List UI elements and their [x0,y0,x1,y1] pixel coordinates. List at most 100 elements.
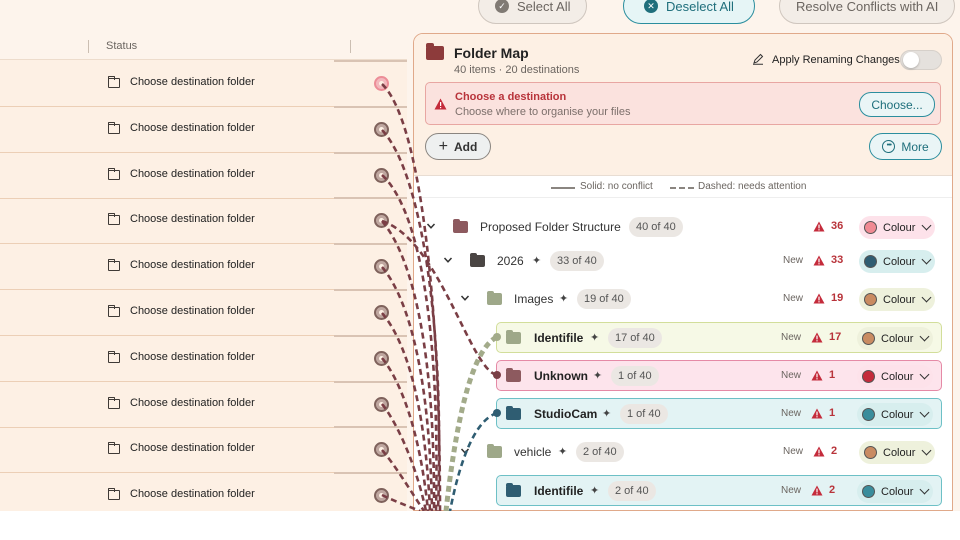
folder-map-header: Folder Map 40 items · 20 destinations Ap… [414,34,952,176]
chevron-down-icon [919,369,930,380]
sparkle-icon: ✦ [590,332,600,344]
item-count-badge: 17 of 40 [608,328,662,348]
table-row[interactable]: Choose destination folder [0,472,407,511]
colour-picker[interactable]: Colour [857,403,933,426]
warning-count: 33 [831,254,844,266]
folder-icon [108,488,120,501]
row-link-tab [334,197,407,200]
chevron-down-icon[interactable] [460,293,470,303]
status-column-header[interactable]: Status [106,40,137,52]
deselect-all-button[interactable]: ✕ Deselect All [623,0,755,24]
colour-picker[interactable]: Colour [857,480,933,503]
colour-picker[interactable]: Colour [857,365,933,388]
connector-anchor[interactable] [374,167,389,183]
chevron-down-icon[interactable] [443,255,453,265]
tree-node[interactable]: vehicle ✦ 2 of 40 New 2 Colour [414,437,952,467]
chevron-down-icon [921,220,932,231]
warning-icon [811,408,823,419]
table-row[interactable]: Choose destination folder [0,151,407,199]
connector-anchor[interactable] [374,76,389,91]
apply-renaming-toggle[interactable] [900,50,942,70]
chevron-down-icon [919,484,930,495]
colour-label: Colour [881,332,914,345]
row-status-text: Choose destination folder [130,396,255,409]
more-button[interactable]: ••• More [869,133,942,160]
colour-picker[interactable]: Colour [859,250,935,273]
new-tag: New [781,485,802,496]
table-row[interactable]: Choose destination folder [0,243,407,291]
warning-icon [434,98,447,110]
folder-icon [108,213,120,226]
colour-label: Colour [881,370,914,383]
deselect-all-label: Deselect All [666,0,734,14]
warning-count: 2 [829,484,836,496]
table-row[interactable]: Choose destination folder [0,380,407,428]
colour-picker[interactable]: Colour [859,441,935,464]
item-count-badge: 1 of 40 [611,366,659,386]
table-row[interactable]: Choose destination folder [0,197,407,245]
table-row[interactable]: Choose destination folder [0,334,407,382]
folder-icon [487,444,502,458]
colour-picker[interactable]: Colour [859,288,935,311]
connector-anchor[interactable] [374,213,389,229]
warning-count: 2 [831,445,838,457]
tree-node[interactable]: Images ✦ 19 of 40 New 19 Colour [414,284,952,314]
column-divider[interactable] [350,40,351,53]
warning-count: 36 [831,220,844,232]
folder-icon [426,43,444,60]
colour-swatch [862,332,875,345]
connector-anchor[interactable] [374,259,389,275]
chevron-down-icon[interactable] [460,446,470,456]
table-row[interactable]: Choose destination folder [0,426,407,474]
dashed-line-swatch [670,187,694,189]
colour-swatch [864,446,877,459]
connector-anchor[interactable] [374,121,389,137]
node-name: vehicle [514,445,552,459]
row-status-text: Choose destination folder [130,259,255,272]
folder-icon [108,259,120,272]
colour-swatch [864,255,877,268]
connector-anchor[interactable] [374,488,389,504]
chevron-down-icon[interactable] [426,221,436,231]
column-divider[interactable] [88,40,89,53]
tree-node[interactable]: StudioCam ✦ 1 of 40 New 1 Colour [496,398,942,429]
sparkle-icon: ✦ [602,408,612,420]
table-row[interactable]: Choose destination folder [0,289,407,336]
chevron-down-icon [919,331,930,342]
connector-anchor[interactable] [374,442,389,458]
colour-picker[interactable]: Colour [859,216,935,239]
select-all-button[interactable]: ✓ Select All [478,0,588,24]
node-name: StudioCam [534,407,598,421]
choose-destination-button[interactable]: Choose... [859,92,935,117]
folder-icon [470,253,485,267]
warning-count: 1 [829,407,836,419]
connector-anchor[interactable] [374,305,389,320]
connector-anchor[interactable] [374,396,389,412]
new-tag: New [781,332,802,343]
folder-icon [108,167,120,180]
colour-picker[interactable]: Colour [857,327,933,350]
table-row[interactable]: Choose destination folder [0,105,407,153]
sparkle-icon: ✦ [532,255,542,267]
item-count-badge: 40 of 40 [629,217,683,237]
row-status-text: Choose destination folder [130,488,255,501]
folder-icon [108,396,120,409]
row-status-text: Choose destination folder [130,213,255,226]
warning-count: 19 [831,292,844,304]
tree-node[interactable]: 2026 ✦ 33 of 40 New 33 Colour [414,246,952,276]
row-link-tab [334,472,407,475]
tree-node[interactable]: Proposed Folder Structure 40 of 40 36 Colou… [414,212,952,242]
add-button[interactable]: + Add [425,133,491,160]
pencil-icon [753,53,764,65]
alert-message: Choose where to organise your files [455,106,631,118]
tree-node[interactable]: Unknown ✦ 1 of 40 New 1 Colour [496,360,942,391]
node-name: Identifile [534,484,584,498]
table-row[interactable]: Choose destination folder [0,60,407,107]
tree-node[interactable]: Identifile ✦ 2 of 40 New 2 Colour [496,475,942,506]
resolve-conflicts-ai-button[interactable]: Resolve Conflicts with AI [779,0,956,24]
node-name: Proposed Folder Structure [480,220,621,234]
folder-icon [108,76,120,88]
tree-node[interactable]: Identifile ✦ 17 of 40 New 17 Colour [496,322,942,353]
folder-map-subtitle: 40 items · 20 destinations [454,64,580,76]
connector-anchor[interactable] [374,350,389,366]
